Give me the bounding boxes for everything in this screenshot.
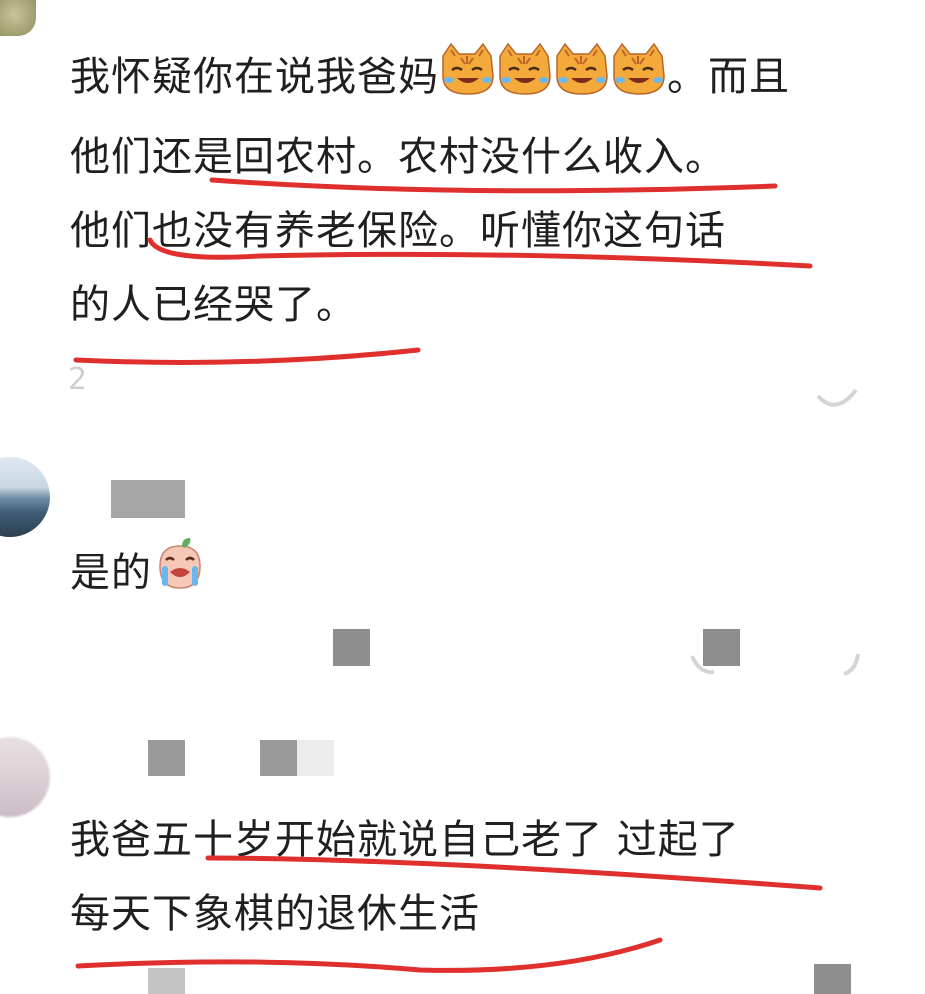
username[interactable]	[148, 740, 185, 776]
avatar[interactable]	[0, 457, 50, 537]
comment-meta	[333, 629, 370, 666]
avatar[interactable]	[0, 737, 50, 817]
reply-icon[interactable]	[688, 652, 718, 678]
crying-cat-icon	[439, 42, 667, 120]
like-icon[interactable]	[814, 382, 860, 412]
comment-text: 是的	[70, 536, 208, 616]
username	[297, 740, 334, 776]
comment-meta	[148, 968, 185, 994]
username[interactable]	[111, 480, 185, 518]
comment-meta	[814, 964, 851, 994]
comment-text: 我爸五十岁开始就说自己老了 过起了 每天下象棋的退休生活	[70, 817, 740, 937]
username[interactable]	[260, 740, 297, 776]
avatar[interactable]	[0, 0, 36, 36]
crying-peach-icon	[152, 536, 208, 616]
like-icon[interactable]	[838, 650, 864, 678]
comment-meta: 2	[68, 362, 88, 397]
comment-text: 我怀疑你在说我爸妈 。而且 他们还是回农村。农村没什么收入。 他们也没有养老保险…	[70, 40, 790, 342]
